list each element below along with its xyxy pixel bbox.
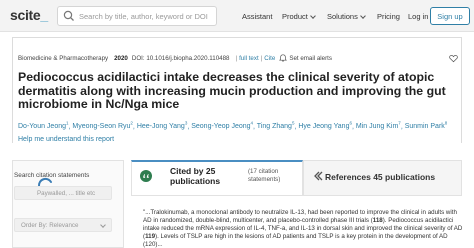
author-link[interactable]: Hye Jeong Yang6 xyxy=(298,121,352,130)
reference-number[interactable]: 118 xyxy=(373,217,383,224)
search-icon xyxy=(63,10,74,21)
references-icon xyxy=(314,171,323,181)
author-link[interactable]: Hee-Jong Yang3 xyxy=(137,121,188,130)
author-link[interactable]: Myeong-Seon Ryu2 xyxy=(72,121,133,130)
save-heart-icon[interactable] xyxy=(449,54,458,63)
publication-year: 2020 xyxy=(114,54,128,62)
order-by-select[interactable]: Order By: Relevance xyxy=(14,218,112,232)
references-count: References 45 publications xyxy=(325,172,436,182)
top-navbar: scite_ Search by title, author, keyword … xyxy=(0,0,474,32)
author-link[interactable]: Ting Zhang5 xyxy=(257,121,295,130)
article-meta: Biomedicine & Pharmacotherapy 2020 DOI: … xyxy=(18,53,458,63)
author-link[interactable]: Do-Youn Jeong1 xyxy=(18,121,69,130)
help-understand-link[interactable]: Help me understand this report xyxy=(18,136,114,143)
email-alerts-toggle[interactable]: Set email alerts xyxy=(279,54,332,62)
author-link[interactable]: Sunmin Park8 xyxy=(405,121,448,130)
nav-assistant[interactable]: Assistant xyxy=(242,12,272,21)
journal-name[interactable]: Biomedicine & Pharmacotherapy xyxy=(18,55,108,62)
nav-login[interactable]: Log in xyxy=(408,12,428,21)
chevron-down-icon xyxy=(310,12,316,19)
chevron-down-icon xyxy=(360,12,366,19)
citation-quote-icon xyxy=(140,170,152,182)
article-title: Pediococcus acidilactici intake decrease… xyxy=(18,70,446,112)
global-search-input[interactable]: Search by title, author, keyword or DOI xyxy=(57,6,217,26)
scite-logo[interactable]: scite_ xyxy=(10,7,48,23)
author-link[interactable]: Min Jung Kim7 xyxy=(356,121,401,130)
author-list: Do-Youn Jeong1, Myeong-Seon Ryu2, Hee-Jo… xyxy=(18,121,448,131)
cited-by-count: Cited by 25 publications xyxy=(170,166,221,186)
citation-search-input[interactable]: Paywalled, ... title etc xyxy=(14,186,112,200)
sign-up-button[interactable]: Sign up xyxy=(430,7,470,25)
search-placeholder: Search by title, author, keyword or DOI xyxy=(79,11,208,21)
cite-link[interactable]: Cite xyxy=(264,55,275,62)
bell-icon xyxy=(279,54,288,62)
nav-solutions[interactable]: Solutions xyxy=(327,12,366,21)
reference-number[interactable]: 119 xyxy=(145,233,155,240)
citation-statement: "...Tralokinumab, a monoclonal antibody … xyxy=(143,209,463,248)
nav-pricing[interactable]: Pricing xyxy=(377,12,400,21)
author-link[interactable]: Seong-Yeop Jeong4 xyxy=(191,121,253,130)
full-text-link[interactable]: full text xyxy=(239,55,259,62)
doi-link[interactable]: DOI: 10.1016/j.biopha.2020.110488 xyxy=(132,55,230,62)
citation-statements-count: (17 citation statements) xyxy=(248,168,281,183)
chevron-down-icon xyxy=(100,222,106,228)
nav-product[interactable]: Product xyxy=(282,12,316,21)
